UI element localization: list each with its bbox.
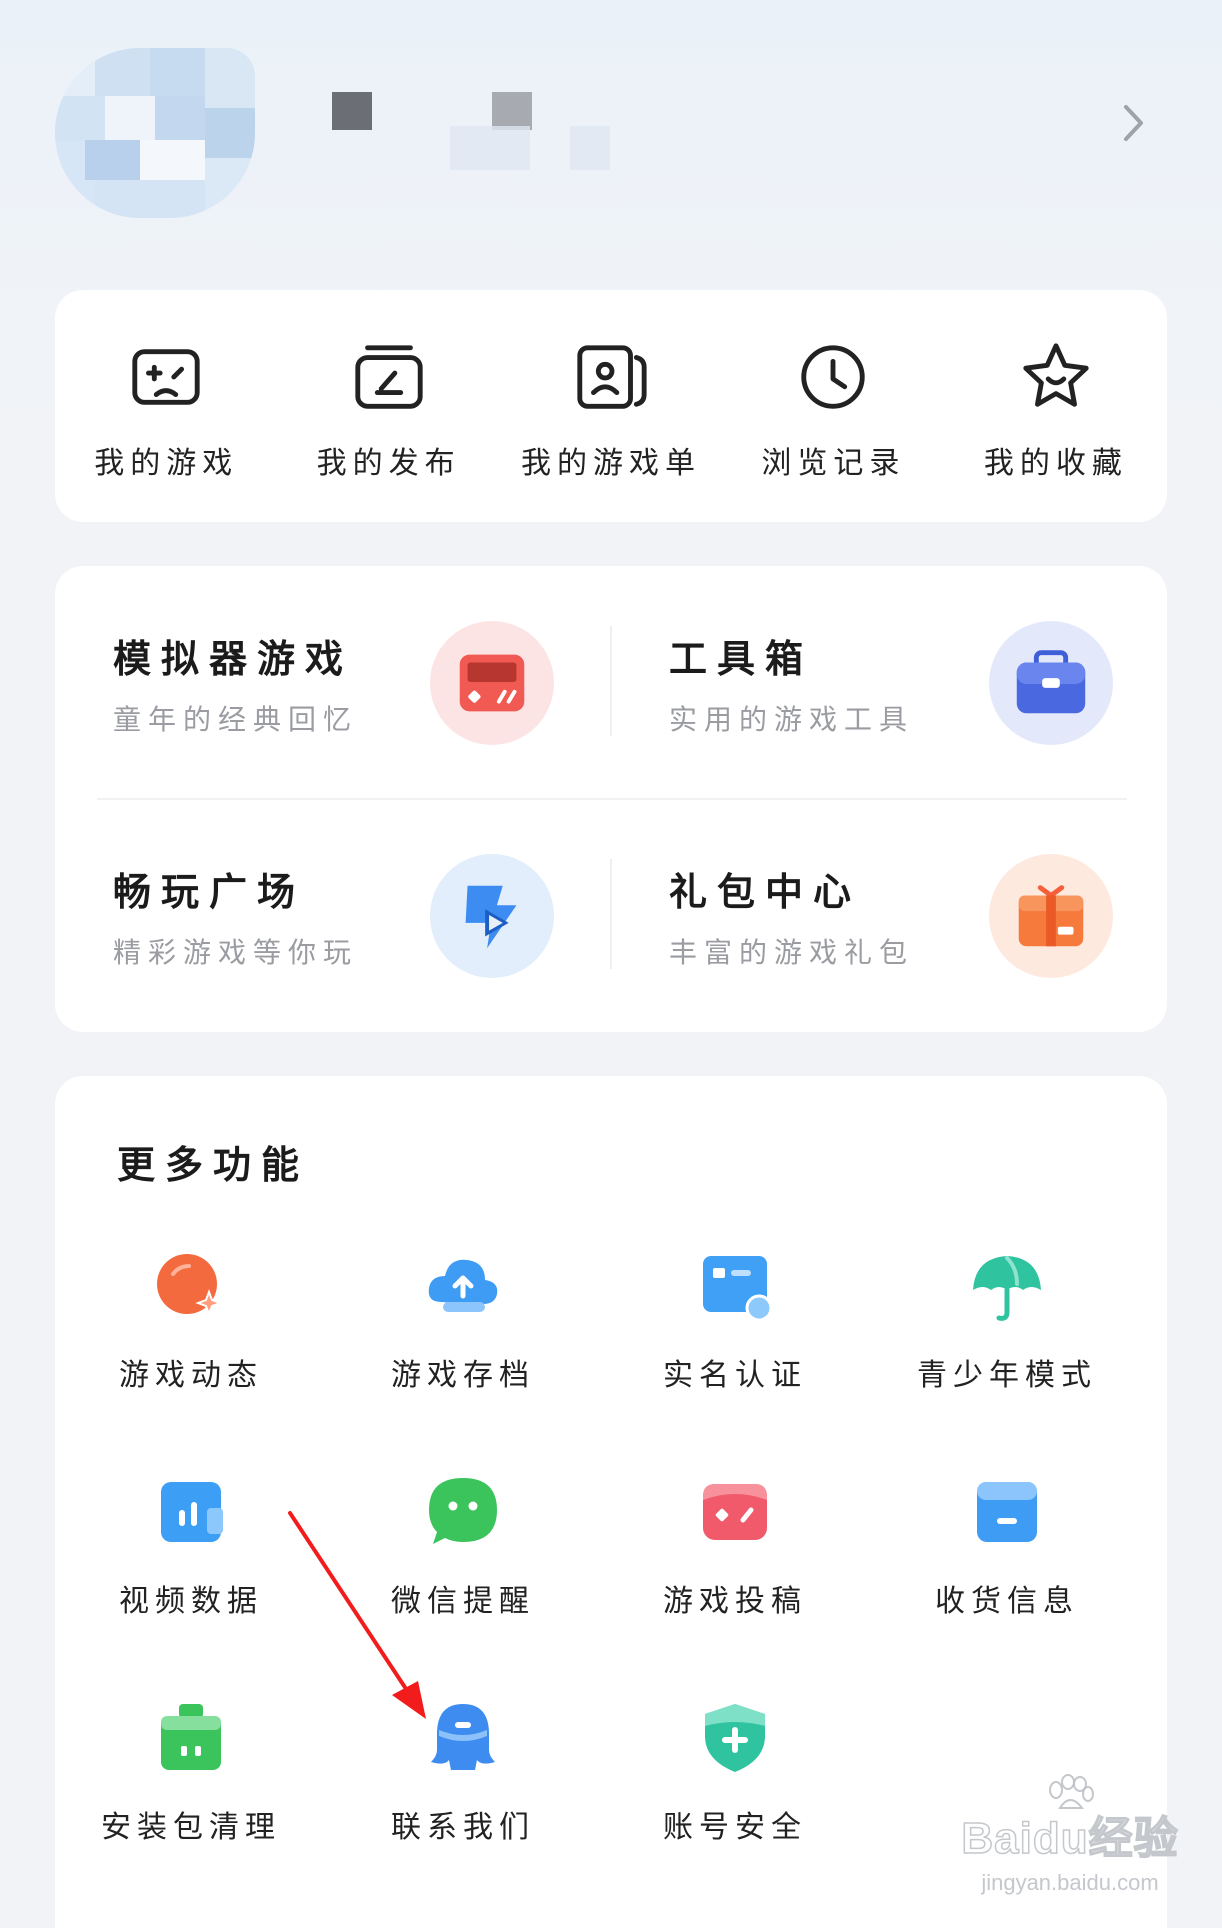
item-label: 安装包清理 — [101, 1810, 281, 1845]
more-functions-card: 更多功能 游戏动态 游戏存档 实名认证 青少年模式 视频数据 微信提醒 游戏投稿… — [55, 1076, 1167, 1928]
item-label: 视频数据 — [119, 1584, 263, 1619]
feature-subtitle: 精彩游戏等你玩 — [113, 936, 359, 969]
item-real-name[interactable]: 实名认证 — [599, 1244, 871, 1434]
item-wechat-reminder[interactable]: 微信提醒 — [327, 1470, 599, 1660]
quick-my-game-list[interactable]: 我的游戏单 — [500, 290, 722, 522]
item-account-security[interactable]: 账号安全 — [599, 1696, 871, 1886]
item-contact-us[interactable]: 联系我们 — [327, 1696, 599, 1886]
quick-label: 我的游戏单 — [521, 446, 702, 481]
quick-my-games[interactable]: 我的游戏 — [55, 290, 277, 522]
feature-gift-center[interactable]: 礼包中心 丰富的游戏礼包 — [611, 799, 1167, 1032]
cloud-save-icon — [428, 1259, 498, 1312]
play-square-icon — [430, 854, 554, 978]
item-cloud-save[interactable]: 游戏存档 — [327, 1244, 599, 1434]
game-submit-icon — [703, 1484, 767, 1540]
username-blur — [570, 126, 610, 170]
item-label: 账号安全 — [663, 1810, 807, 1845]
feature-title: 工具箱 — [669, 636, 814, 681]
feature-subtitle: 童年的经典回忆 — [113, 703, 359, 736]
address-icon — [977, 1482, 1037, 1542]
clock-icon — [801, 345, 866, 409]
emulator-icon — [430, 621, 554, 745]
quick-label: 我的发布 — [316, 446, 461, 481]
username-pixel-a — [332, 92, 372, 130]
shield-icon — [705, 1704, 765, 1772]
contact-icon — [431, 1704, 495, 1770]
quick-history[interactable]: 浏览记录 — [722, 290, 944, 522]
item-shipping-info[interactable]: 收货信息 — [871, 1470, 1143, 1660]
feature-toolbox[interactable]: 工具箱 实用的游戏工具 — [611, 566, 1167, 799]
feature-subtitle: 实用的游戏工具 — [669, 703, 915, 736]
feature-title: 礼包中心 — [669, 869, 862, 914]
umbrella-icon — [973, 1256, 1041, 1321]
item-label: 收货信息 — [935, 1584, 1079, 1619]
item-label: 微信提醒 — [391, 1584, 535, 1619]
quick-my-posts[interactable]: 我的发布 — [277, 290, 499, 522]
item-teen-mode[interactable]: 青少年模式 — [871, 1244, 1143, 1434]
avatar[interactable] — [55, 48, 255, 218]
star-icon — [1023, 343, 1089, 407]
wechat-icon — [429, 1478, 497, 1544]
username-blur — [450, 126, 530, 170]
quick-label: 我的游戏 — [94, 446, 239, 481]
video-stats-icon — [161, 1482, 223, 1542]
item-video-stats[interactable]: 视频数据 — [55, 1470, 327, 1660]
item-label: 联系我们 — [391, 1810, 535, 1845]
gamepad-icon — [132, 349, 200, 405]
gift-icon — [989, 854, 1113, 978]
publish-icon — [354, 345, 423, 409]
quick-favorites[interactable]: 我的收藏 — [945, 290, 1167, 522]
quick-actions-card: 我的游戏 我的发布 我的游戏单 浏览记录 我的收藏 — [55, 290, 1167, 522]
toolbox-icon — [989, 621, 1113, 745]
feature-play-square[interactable]: 畅玩广场 精彩游戏等你玩 — [55, 799, 611, 1032]
watermark-url: jingyan.baidu.com — [981, 1870, 1159, 1895]
cleanup-icon — [161, 1704, 221, 1770]
paw-icon — [1049, 1774, 1094, 1809]
feature-emulator[interactable]: 模拟器游戏 童年的经典回忆 — [55, 566, 611, 799]
item-game-news[interactable]: 游戏动态 — [55, 1244, 327, 1434]
item-label: 游戏投稿 — [663, 1584, 807, 1619]
id-card-icon — [703, 1256, 773, 1322]
item-game-submit[interactable]: 游戏投稿 — [599, 1470, 871, 1660]
item-label: 青少年模式 — [917, 1358, 1097, 1393]
item-label: 实名认证 — [663, 1358, 807, 1393]
username-pixel-b — [492, 92, 532, 130]
feature-subtitle: 丰富的游戏礼包 — [669, 936, 915, 969]
section-title: 更多功能 — [117, 1142, 310, 1187]
game-list-icon — [577, 345, 647, 409]
item-label: 游戏动态 — [119, 1358, 263, 1393]
chevron-right-icon[interactable] — [1114, 100, 1154, 146]
feature-title: 畅玩广场 — [113, 869, 306, 914]
baidu-watermark: Baidu经验 jingyan.baidu.com — [954, 1774, 1186, 1912]
features-card: 模拟器游戏 童年的经典回忆 工具箱 实用的游戏工具 畅玩广场 精彩游戏等你玩 礼… — [55, 566, 1167, 1032]
item-package-cleanup[interactable]: 安装包清理 — [55, 1696, 327, 1886]
item-label: 游戏存档 — [391, 1358, 535, 1393]
profile-header[interactable] — [0, 0, 1222, 270]
quick-label: 我的收藏 — [983, 446, 1128, 481]
game-news-icon — [157, 1254, 223, 1317]
feature-title: 模拟器游戏 — [113, 636, 354, 681]
quick-label: 浏览记录 — [761, 446, 906, 481]
